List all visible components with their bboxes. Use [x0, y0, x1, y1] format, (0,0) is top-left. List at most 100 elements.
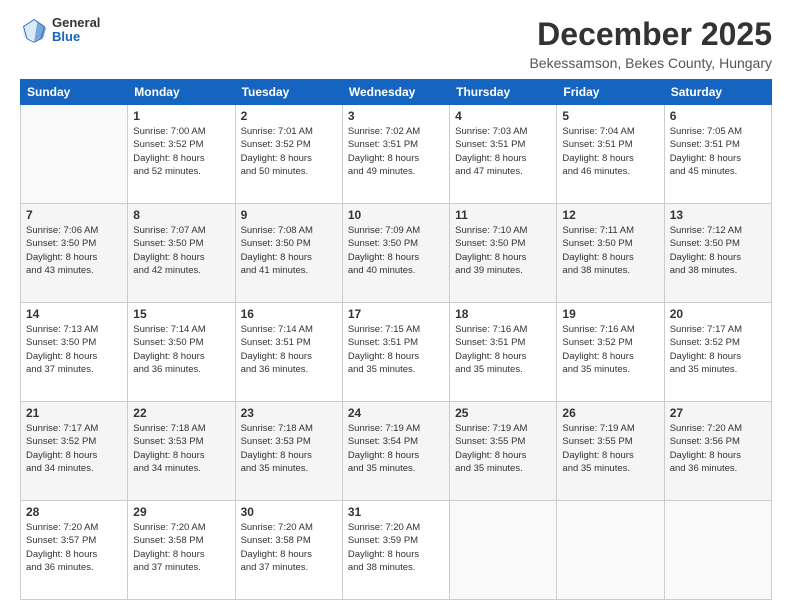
- day-info: Sunrise: 7:04 AMSunset: 3:51 PMDaylight:…: [562, 125, 658, 178]
- calendar-cell: 9Sunrise: 7:08 AMSunset: 3:50 PMDaylight…: [235, 204, 342, 303]
- page: General Blue December 2025 Bekessamson, …: [0, 0, 792, 612]
- day-number: 25: [455, 406, 551, 420]
- calendar-cell: [21, 105, 128, 204]
- col-tuesday: Tuesday: [235, 80, 342, 105]
- calendar-cell: 20Sunrise: 7:17 AMSunset: 3:52 PMDayligh…: [664, 303, 771, 402]
- calendar-cell: 31 Sunrise: 7:20 AMSunset: 3:59 PMDayligh…: [342, 501, 449, 600]
- calendar-week-row-2: 14 Sunrise: 7:13 AMSunset: 3:50 PMDayligh…: [21, 303, 772, 402]
- calendar-week-row-1: 7 Sunrise: 7:06 AMSunset: 3:50 PMDaylight…: [21, 204, 772, 303]
- day-info: Sunrise: 7:03 AMSunset: 3:51 PMDaylight:…: [455, 125, 551, 178]
- logo: General Blue: [20, 16, 100, 45]
- logo-text: General Blue: [52, 16, 100, 45]
- day-number: 26: [562, 406, 658, 420]
- day-number: 1: [133, 109, 229, 123]
- day-info: Sunrise: 7:18 AMSunset: 3:53 PMDaylight:…: [133, 422, 229, 475]
- day-number: 27: [670, 406, 766, 420]
- calendar-cell: 15Sunrise: 7:14 AMSunset: 3:50 PMDayligh…: [128, 303, 235, 402]
- day-number: 8: [133, 208, 229, 222]
- day-info: Sunrise: 7:13 AMSunset: 3:50 PMDaylight:…: [26, 323, 122, 376]
- calendar-cell: [664, 501, 771, 600]
- col-friday: Friday: [557, 80, 664, 105]
- day-info: Sunrise: 7:19 AMSunset: 3:55 PMDaylight:…: [562, 422, 658, 475]
- day-info: Sunrise: 7:07 AMSunset: 3:50 PMDaylight:…: [133, 224, 229, 277]
- calendar-header-row: Sunday Monday Tuesday Wednesday Thursday…: [21, 80, 772, 105]
- day-info: Sunrise: 7:19 AMSunset: 3:54 PMDaylight:…: [348, 422, 444, 475]
- day-info: Sunrise: 7:18 AMSunset: 3:53 PMDaylight:…: [241, 422, 337, 475]
- day-info: Sunrise: 7:01 AMSunset: 3:52 PMDaylight:…: [241, 125, 337, 178]
- day-number: 29: [133, 505, 229, 519]
- day-number: 20: [670, 307, 766, 321]
- calendar-cell: 27 Sunrise: 7:20 AMSunset: 3:56 PMDayligh…: [664, 402, 771, 501]
- day-info: Sunrise: 7:09 AMSunset: 3:50 PMDaylight:…: [348, 224, 444, 277]
- day-info: Sunrise: 7:00 AMSunset: 3:52 PMDaylight:…: [133, 125, 229, 178]
- day-number: 14: [26, 307, 122, 321]
- day-number: 31: [348, 505, 444, 519]
- day-info: Sunrise: 7:02 AMSunset: 3:51 PMDaylight:…: [348, 125, 444, 178]
- calendar-week-row-4: 28Sunrise: 7:20 AMSunset: 3:57 PMDayligh…: [21, 501, 772, 600]
- day-number: 21: [26, 406, 122, 420]
- calendar-cell: 13Sunrise: 7:12 AMSunset: 3:50 PMDayligh…: [664, 204, 771, 303]
- day-info: Sunrise: 7:10 AMSunset: 3:50 PMDaylight:…: [455, 224, 551, 277]
- calendar-cell: 24 Sunrise: 7:19 AMSunset: 3:54 PMDayligh…: [342, 402, 449, 501]
- calendar-week-row-0: 1 Sunrise: 7:00 AMSunset: 3:52 PMDaylight…: [21, 105, 772, 204]
- day-info: Sunrise: 7:06 AMSunset: 3:50 PMDaylight:…: [26, 224, 122, 277]
- calendar-cell: 22Sunrise: 7:18 AMSunset: 3:53 PMDayligh…: [128, 402, 235, 501]
- day-info: Sunrise: 7:12 AMSunset: 3:50 PMDaylight:…: [670, 224, 766, 277]
- calendar-cell: 12 Sunrise: 7:11 AMSunset: 3:50 PMDayligh…: [557, 204, 664, 303]
- calendar-cell: [450, 501, 557, 600]
- calendar-cell: 6Sunrise: 7:05 AMSunset: 3:51 PMDaylight…: [664, 105, 771, 204]
- calendar-cell: 30Sunrise: 7:20 AMSunset: 3:58 PMDayligh…: [235, 501, 342, 600]
- day-number: 7: [26, 208, 122, 222]
- day-info: Sunrise: 7:20 AMSunset: 3:56 PMDaylight:…: [670, 422, 766, 475]
- title-block: December 2025 Bekessamson, Bekes County,…: [529, 16, 772, 71]
- col-thursday: Thursday: [450, 80, 557, 105]
- calendar-cell: 14 Sunrise: 7:13 AMSunset: 3:50 PMDayligh…: [21, 303, 128, 402]
- logo-general-text: General: [52, 16, 100, 30]
- calendar-cell: [557, 501, 664, 600]
- calendar-cell: 11Sunrise: 7:10 AMSunset: 3:50 PMDayligh…: [450, 204, 557, 303]
- calendar-cell: 29Sunrise: 7:20 AMSunset: 3:58 PMDayligh…: [128, 501, 235, 600]
- day-info: Sunrise: 7:20 AMSunset: 3:59 PMDaylight:…: [348, 521, 444, 574]
- day-number: 19: [562, 307, 658, 321]
- day-info: Sunrise: 7:16 AMSunset: 3:51 PMDaylight:…: [455, 323, 551, 376]
- calendar-cell: 17 Sunrise: 7:15 AMSunset: 3:51 PMDayligh…: [342, 303, 449, 402]
- calendar-cell: 25 Sunrise: 7:19 AMSunset: 3:55 PMDayligh…: [450, 402, 557, 501]
- calendar-table: Sunday Monday Tuesday Wednesday Thursday…: [20, 79, 772, 600]
- calendar-cell: 26 Sunrise: 7:19 AMSunset: 3:55 PMDayligh…: [557, 402, 664, 501]
- day-number: 18: [455, 307, 551, 321]
- day-number: 12: [562, 208, 658, 222]
- day-number: 23: [241, 406, 337, 420]
- calendar-cell: 28Sunrise: 7:20 AMSunset: 3:57 PMDayligh…: [21, 501, 128, 600]
- day-info: Sunrise: 7:14 AMSunset: 3:50 PMDaylight:…: [133, 323, 229, 376]
- day-number: 6: [670, 109, 766, 123]
- calendar-cell: 16 Sunrise: 7:14 AMSunset: 3:51 PMDayligh…: [235, 303, 342, 402]
- day-info: Sunrise: 7:20 AMSunset: 3:57 PMDaylight:…: [26, 521, 122, 574]
- header: General Blue December 2025 Bekessamson, …: [20, 16, 772, 71]
- col-sunday: Sunday: [21, 80, 128, 105]
- col-saturday: Saturday: [664, 80, 771, 105]
- day-info: Sunrise: 7:14 AMSunset: 3:51 PMDaylight:…: [241, 323, 337, 376]
- day-number: 17: [348, 307, 444, 321]
- day-number: 4: [455, 109, 551, 123]
- day-number: 16: [241, 307, 337, 321]
- day-number: 3: [348, 109, 444, 123]
- day-number: 10: [348, 208, 444, 222]
- day-info: Sunrise: 7:19 AMSunset: 3:55 PMDaylight:…: [455, 422, 551, 475]
- calendar-cell: 10 Sunrise: 7:09 AMSunset: 3:50 PMDayligh…: [342, 204, 449, 303]
- day-info: Sunrise: 7:15 AMSunset: 3:51 PMDaylight:…: [348, 323, 444, 376]
- day-number: 30: [241, 505, 337, 519]
- logo-icon: [20, 16, 48, 44]
- day-number: 2: [241, 109, 337, 123]
- calendar-cell: 18 Sunrise: 7:16 AMSunset: 3:51 PMDayligh…: [450, 303, 557, 402]
- calendar-cell: 5Sunrise: 7:04 AMSunset: 3:51 PMDaylight…: [557, 105, 664, 204]
- calendar-cell: 21 Sunrise: 7:17 AMSunset: 3:52 PMDayligh…: [21, 402, 128, 501]
- day-info: Sunrise: 7:11 AMSunset: 3:50 PMDaylight:…: [562, 224, 658, 277]
- day-info: Sunrise: 7:17 AMSunset: 3:52 PMDaylight:…: [26, 422, 122, 475]
- calendar-week-row-3: 21 Sunrise: 7:17 AMSunset: 3:52 PMDayligh…: [21, 402, 772, 501]
- calendar-cell: 8 Sunrise: 7:07 AMSunset: 3:50 PMDaylight…: [128, 204, 235, 303]
- day-number: 24: [348, 406, 444, 420]
- logo-blue-text: Blue: [52, 30, 100, 44]
- col-wednesday: Wednesday: [342, 80, 449, 105]
- calendar-cell: 3 Sunrise: 7:02 AMSunset: 3:51 PMDaylight…: [342, 105, 449, 204]
- calendar-cell: 1 Sunrise: 7:00 AMSunset: 3:52 PMDaylight…: [128, 105, 235, 204]
